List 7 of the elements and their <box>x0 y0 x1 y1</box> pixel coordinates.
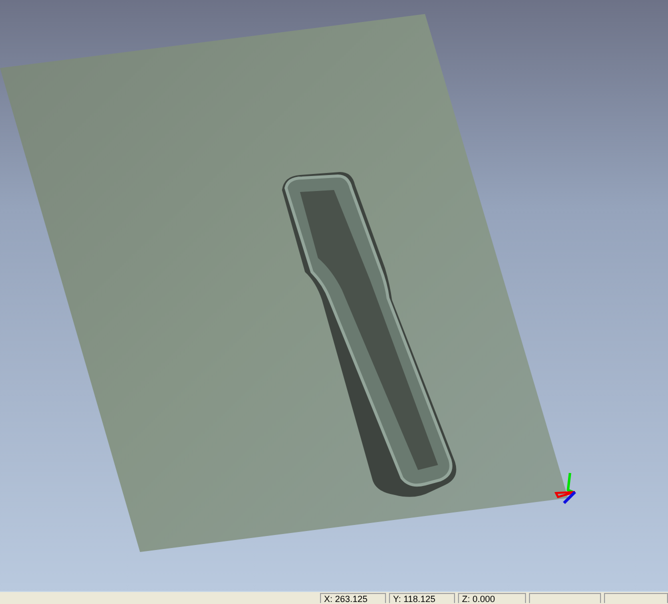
status-pane <box>529 593 601 603</box>
axis-triad-icon <box>554 472 576 504</box>
status-field: Z: 0.000 <box>458 593 526 603</box>
status-pane <box>604 593 668 603</box>
status-field: Y: 118.125 <box>389 593 455 603</box>
3d-viewport[interactable] <box>0 0 668 591</box>
status-field: X: 263.125 <box>320 593 386 603</box>
